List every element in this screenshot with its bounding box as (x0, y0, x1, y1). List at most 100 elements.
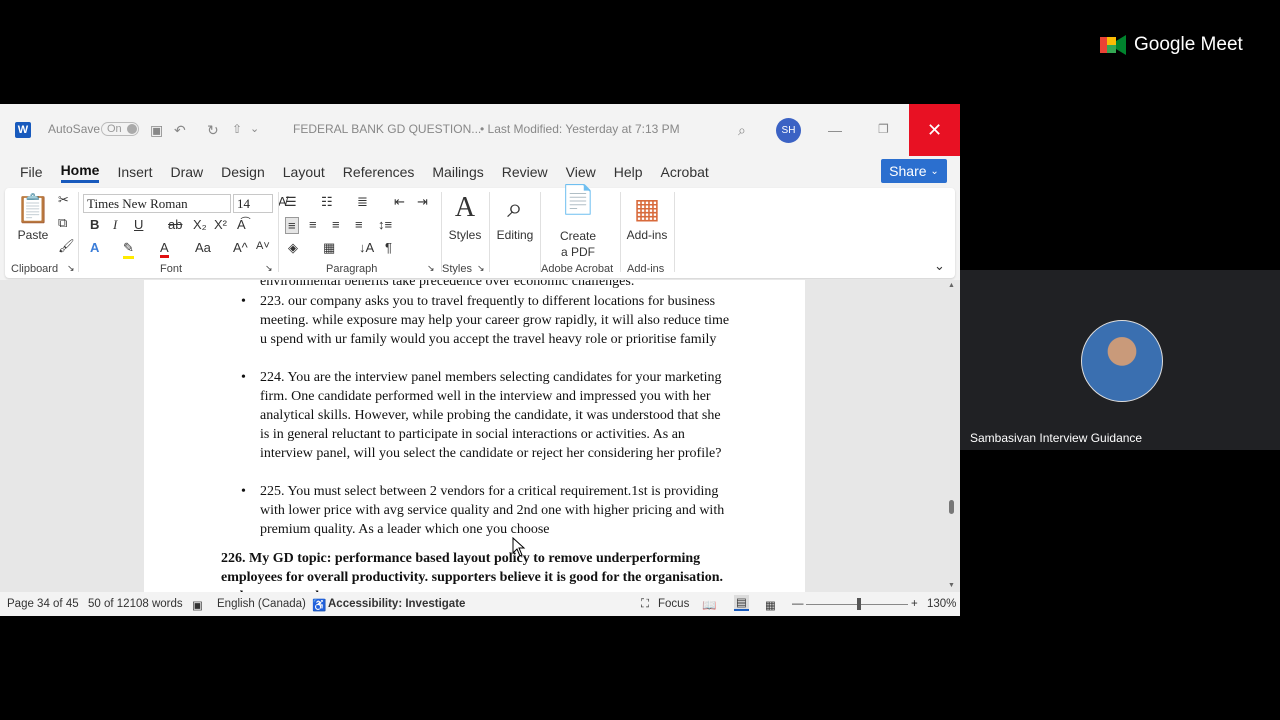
share-chevron-icon: ⌄ (930, 165, 939, 177)
multilevel-list-icon[interactable]: ≣ (357, 194, 368, 210)
document-area[interactable]: environmental benefits take precedence o… (0, 280, 960, 592)
align-left-icon[interactable]: ≡ (285, 217, 299, 234)
save-icon[interactable]: ▣ (150, 122, 163, 139)
styles-button[interactable]: A Styles (445, 192, 485, 242)
focus-mode-button[interactable]: Focus (658, 598, 689, 610)
tab-view[interactable]: View (566, 164, 596, 180)
page-count[interactable]: Page 34 of 45 (7, 598, 79, 610)
list-item[interactable]: 223. our company asks you to travel freq… (241, 293, 730, 350)
align-right-icon[interactable]: ≡ (332, 217, 340, 232)
highlight-icon[interactable]: ✎ (123, 240, 134, 259)
google-meet-logo: Google Meet (1100, 34, 1243, 56)
grow-font-icon[interactable]: A^ (233, 240, 248, 255)
copy-icon[interactable]: ⧉ (58, 215, 67, 231)
change-case-icon[interactable]: Aa (195, 240, 211, 255)
add-ins-button[interactable]: ▦ Add-ins (623, 192, 671, 242)
search-icon[interactable]: ⌕ (738, 122, 746, 139)
sort-icon[interactable]: ↓A (359, 240, 374, 255)
share-button[interactable]: Share ⌄ (881, 159, 947, 183)
show-formatting-icon[interactable]: ¶ (385, 240, 392, 255)
separator (441, 192, 442, 272)
italic-icon[interactable]: I (113, 217, 117, 233)
increase-indent-icon[interactable]: ⇥ (417, 194, 428, 210)
redo-icon[interactable]: ↻ (207, 122, 219, 139)
print-layout-icon[interactable]: ▤ (734, 595, 749, 611)
tab-references[interactable]: References (343, 164, 415, 180)
word-count[interactable]: 50 of 12108 words (88, 598, 183, 610)
tab-design[interactable]: Design (221, 164, 265, 180)
minimize-icon[interactable]: — (828, 122, 842, 138)
gd-topic-paragraph[interactable]: 226. My GD topic: performance based layo… (221, 549, 731, 592)
autosave-toggle[interactable]: On (101, 122, 139, 136)
scroll-up-icon[interactable]: ▲ (948, 282, 955, 289)
justify-icon[interactable]: ≡ (355, 217, 363, 232)
close-button[interactable]: ✕ (909, 104, 960, 156)
superscript-icon[interactable]: X² (214, 217, 227, 232)
styles-launcher-icon[interactable]: ↘ (477, 263, 485, 274)
borders-icon[interactable]: ▦ (323, 240, 335, 256)
numbering-icon[interactable]: ☷ (321, 194, 333, 210)
scroll-thumb[interactable] (949, 500, 954, 514)
text-effects-color-icon[interactable]: A (90, 240, 99, 255)
word-window: W AutoSave On ▣ ↶ ↻ ⇧ ⌄ FEDERAL BANK GD … (0, 104, 960, 616)
tab-review[interactable]: Review (502, 164, 548, 180)
zoom-in-icon[interactable]: + (911, 598, 918, 610)
tab-draw[interactable]: Draw (170, 164, 203, 180)
font-name-select[interactable]: Times New Roman (83, 194, 231, 213)
read-mode-icon[interactable]: 📖 (702, 598, 716, 612)
format-painter-icon[interactable]: 🖌 (58, 238, 75, 254)
create-pdf-label-1: Create (559, 229, 597, 243)
cut-icon[interactable]: ✂ (58, 192, 69, 208)
strikethrough-icon[interactable]: ab (168, 217, 182, 232)
editing-button[interactable]: ⌕ Editing (493, 192, 537, 242)
zoom-slider-thumb[interactable] (857, 598, 861, 610)
font-launcher-icon[interactable]: ↘ (265, 263, 273, 274)
customize-qat-icon[interactable]: ⌄ (250, 122, 259, 135)
tab-home[interactable]: Home (60, 162, 100, 183)
restore-icon[interactable]: ❐ (878, 122, 889, 136)
tab-layout[interactable]: Layout (283, 164, 325, 180)
list-item[interactable]: 224. You are the interview panel members… (241, 369, 730, 464)
bullets-icon[interactable]: ☰ (285, 194, 297, 210)
ribbon-collapse-icon[interactable]: ⌄ (934, 258, 945, 274)
scroll-down-icon[interactable]: ▼ (948, 582, 955, 589)
decrease-indent-icon[interactable]: ⇤ (394, 194, 405, 210)
web-layout-icon[interactable]: ▦ (765, 598, 776, 612)
tab-mailings[interactable]: Mailings (432, 164, 483, 180)
paragraph-launcher-icon[interactable]: ↘ (427, 263, 435, 274)
user-avatar[interactable]: SH (776, 118, 801, 143)
shading-icon[interactable]: ◈ (288, 240, 298, 256)
bold-icon[interactable]: B (90, 217, 99, 232)
paste-button[interactable]: 📋 Paste (13, 192, 53, 242)
title-bar: W AutoSave On ▣ ↶ ↻ ⇧ ⌄ FEDERAL BANK GD … (0, 104, 960, 156)
create-pdf-button[interactable]: 📄 Create a PDF (553, 186, 603, 260)
document-page[interactable]: environmental benefits take precedence o… (144, 280, 805, 592)
text-effects-icon[interactable]: A͡ (237, 217, 246, 232)
quick-access-share-icon[interactable]: ⇧ (232, 122, 242, 136)
ribbon-tabs: File Home Insert Draw Design Layout Refe… (0, 156, 960, 188)
line-spacing-icon[interactable]: ↕≡ (378, 217, 392, 232)
list-item[interactable]: 225. You must select between 2 vendors f… (241, 483, 730, 540)
clipboard-launcher-icon[interactable]: ↘ (67, 263, 75, 274)
tab-insert[interactable]: Insert (117, 164, 152, 180)
vertical-scrollbar[interactable]: ▲ ▼ (948, 280, 956, 592)
font-color-icon[interactable]: A (160, 240, 169, 258)
language[interactable]: English (Canada) (217, 598, 306, 610)
tab-acrobat[interactable]: Acrobat (661, 164, 709, 180)
align-center-icon[interactable]: ≡ (309, 217, 317, 232)
underline-icon[interactable]: U (134, 217, 143, 232)
tab-help[interactable]: Help (614, 164, 643, 180)
tab-file[interactable]: File (20, 164, 43, 180)
zoom-level[interactable]: 130% (927, 598, 956, 610)
last-modified[interactable]: • Last Modified: Yesterday at 7:13 PM (480, 122, 680, 136)
subscript-icon[interactable]: X₂ (193, 217, 207, 232)
participant-tile[interactable]: Sambasivan Interview Guidance (960, 270, 1280, 450)
undo-icon[interactable]: ↶ (174, 122, 186, 139)
zoom-out-icon[interactable]: — (792, 598, 804, 610)
font-size-select[interactable]: 14 (233, 194, 273, 213)
accessibility-status[interactable]: Accessibility: Investigate (328, 598, 465, 610)
document-title[interactable]: FEDERAL BANK GD QUESTION... (293, 122, 481, 136)
shrink-font-icon[interactable]: A˅ (256, 240, 270, 252)
separator (674, 192, 675, 272)
proofing-icon[interactable]: ▣ (192, 598, 203, 612)
